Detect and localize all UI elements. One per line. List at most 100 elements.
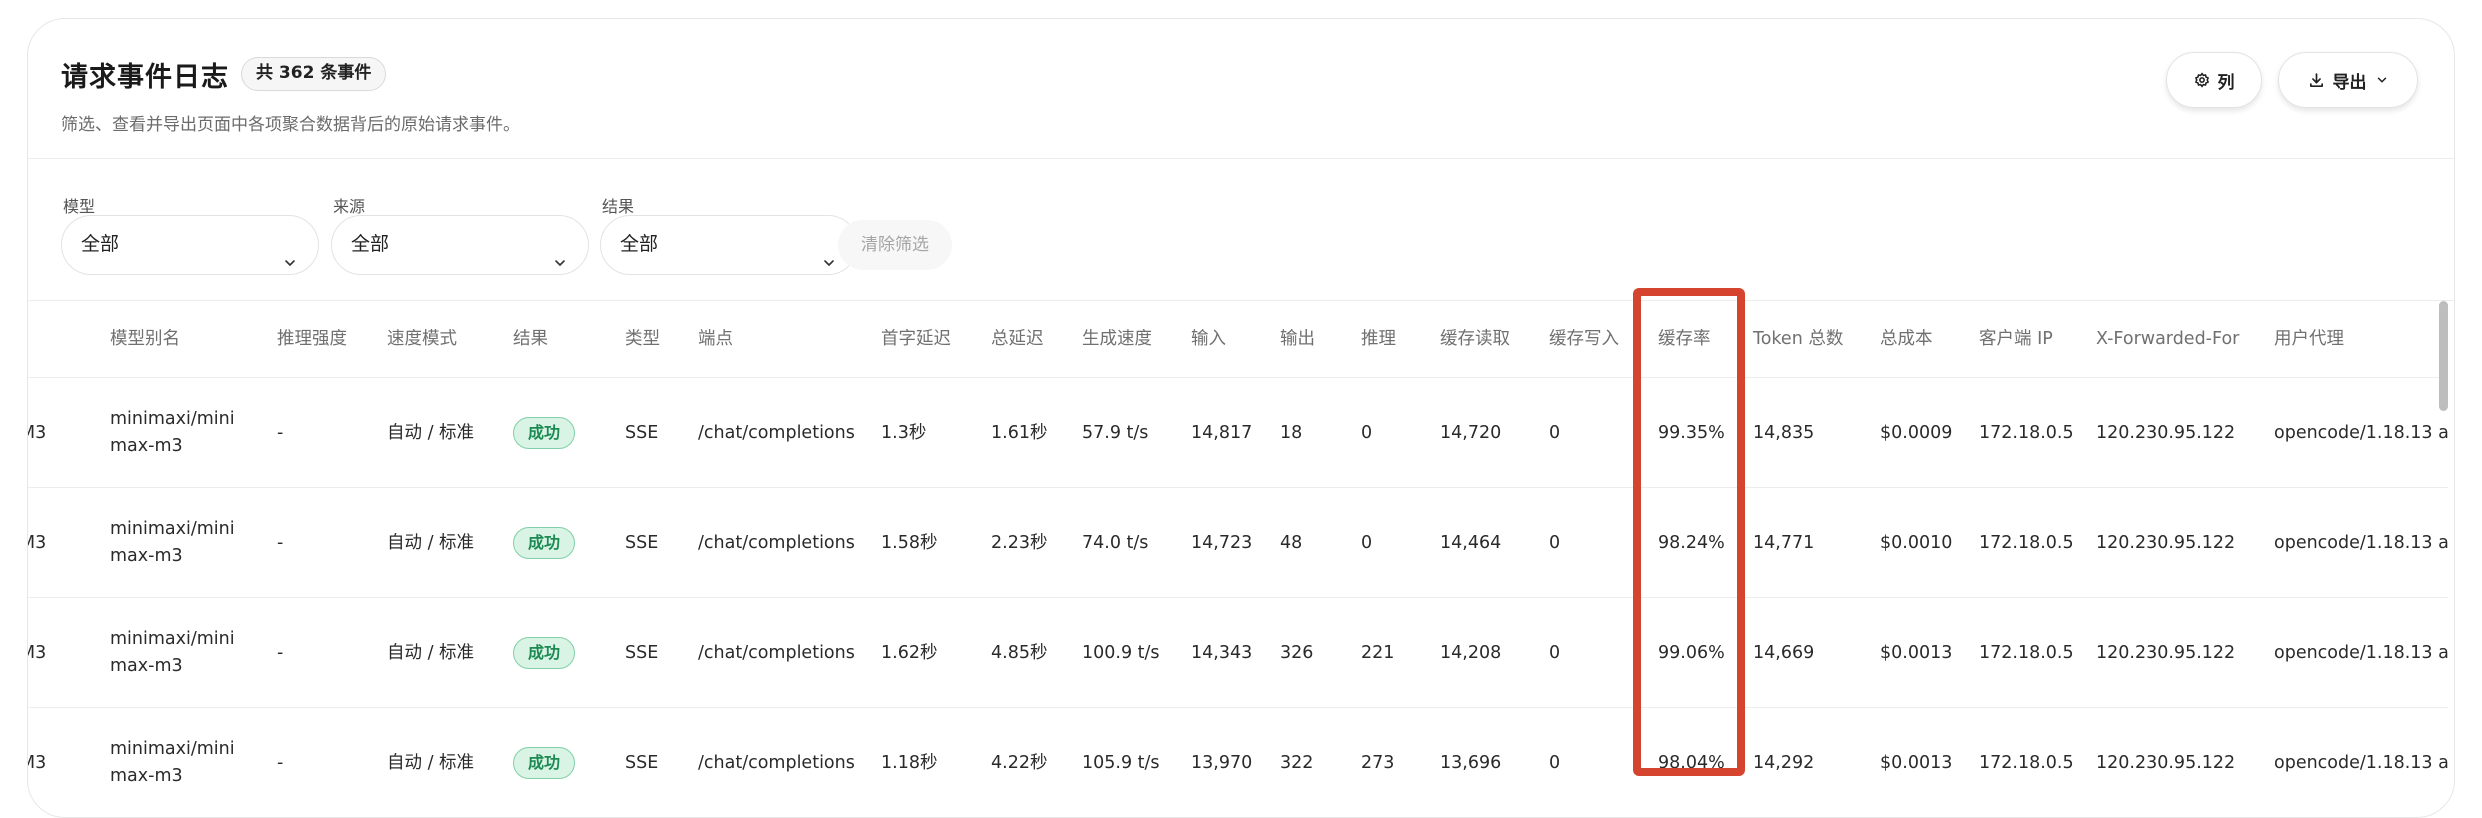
cell-result: 成功 xyxy=(513,598,576,708)
cell-alias: minimaxi/mini max-m3 xyxy=(110,378,250,488)
cell-output: 48 xyxy=(1280,533,1303,553)
cell-type: SSE xyxy=(625,643,659,663)
result-filter-select[interactable]: 全部 xyxy=(600,215,858,275)
cell-client-ip: 172.18.0.5 xyxy=(1979,643,2074,663)
cell-cache-write: 0 xyxy=(1549,753,1561,773)
cell-gen-speed: 74.0 t/s xyxy=(1082,533,1149,553)
export-button[interactable]: 导出 xyxy=(2278,52,2418,108)
column-header-endpoint[interactable]: 端点 xyxy=(698,301,733,377)
table-scrollbar[interactable] xyxy=(2439,301,2448,411)
cell-endpoint: /chat/completions xyxy=(698,423,855,443)
source-filter-value: 全部 xyxy=(351,233,390,255)
cell-result: 成功 xyxy=(513,488,576,598)
cell-reasoning-tokens: 273 xyxy=(1361,753,1395,773)
cell-total-cost: $0.0009 xyxy=(1880,423,1953,443)
column-header-output[interactable]: 输出 xyxy=(1280,301,1315,377)
cell-cache-rate: 98.04% xyxy=(1658,753,1725,773)
chevron-down-icon xyxy=(821,237,837,294)
cell-cache-read: 13,696 xyxy=(1440,753,1502,773)
table-row[interactable]: M3 minimaxi/mini max-m3 - 自动 / 标准 成功 SSE/chat/… xyxy=(28,597,2448,707)
cell-xff: 120.230.95.122 xyxy=(2096,533,2236,553)
cell-cache-read: 14,208 xyxy=(1440,643,1502,663)
gear-icon xyxy=(2194,72,2210,88)
source-filter-select[interactable]: 全部 xyxy=(331,215,589,275)
cell-endpoint: /chat/completions xyxy=(698,643,855,663)
cell-cache-read: 14,720 xyxy=(1440,423,1502,443)
column-header-client-ip[interactable]: 客户端 IP xyxy=(1979,301,2053,377)
cell-cache-rate: 99.35% xyxy=(1658,423,1725,443)
column-header-user-agent[interactable]: 用户代理 xyxy=(2274,301,2344,377)
cell-input: 14,817 xyxy=(1191,423,1253,443)
events-table: 模型别名 推理强度 速度模式 结果 类型 端点 首字延迟 总延迟 生成速度 输入… xyxy=(28,301,2448,817)
columns-button-label: 列 xyxy=(2217,72,2235,93)
cell-user-agent: opencode/1.18.13 ai- xyxy=(2274,643,2448,663)
export-button-label: 导出 xyxy=(2332,72,2367,93)
column-header-speed-mode[interactable]: 速度模式 xyxy=(387,301,457,377)
alias-line: minimaxi/mini xyxy=(110,519,235,539)
column-header-reasoning[interactable]: 推理强度 xyxy=(277,301,347,377)
cell-cache-rate: 99.06% xyxy=(1658,643,1725,663)
cell-xff: 120.230.95.122 xyxy=(2096,753,2236,773)
download-icon xyxy=(2308,72,2325,89)
column-header-result[interactable]: 结果 xyxy=(513,301,548,377)
cell-reasoning: - xyxy=(277,423,284,443)
page-subtitle: 筛选、查看并导出页面中各项聚合数据背后的原始请求事件。 xyxy=(61,115,520,135)
result-filter-value: 全部 xyxy=(620,233,659,255)
cell-user-agent: opencode/1.18.13 ai- xyxy=(2274,753,2448,773)
column-header-gen-speed[interactable]: 生成速度 xyxy=(1082,301,1152,377)
table-row[interactable]: M3 minimaxi/mini max-m3 - 自动 / 标准 成功 SSE/chat/… xyxy=(28,707,2448,817)
chevron-down-icon xyxy=(552,237,568,294)
cell-model: M3 xyxy=(28,753,47,773)
cell-reasoning-tokens: 221 xyxy=(1361,643,1395,663)
alias-line: max-m3 xyxy=(110,656,183,676)
alias-line: max-m3 xyxy=(110,546,183,566)
cell-gen-speed: 57.9 t/s xyxy=(1082,423,1149,443)
card-header: 请求事件日志 共 362 条事件 筛选、查看并导出页面中各项聚合数据背后的原始请… xyxy=(28,19,2454,159)
cell-total-cost: $0.0013 xyxy=(1880,753,1953,773)
column-header-first-latency[interactable]: 首字延迟 xyxy=(881,301,951,377)
column-header-alias[interactable]: 模型别名 xyxy=(110,301,180,377)
column-header-total-cost[interactable]: 总成本 xyxy=(1880,301,1933,377)
cell-reasoning: - xyxy=(277,643,284,663)
table-row[interactable]: M3 minimaxi/mini max-m3 - 自动 / 标准 成功 SSE/chat/… xyxy=(28,377,2448,487)
cell-total-latency: 4.22秒 xyxy=(991,753,1048,773)
chevron-down-icon xyxy=(282,237,298,294)
cell-cache-write: 0 xyxy=(1549,643,1561,663)
cell-alias: minimaxi/mini max-m3 xyxy=(110,488,250,598)
column-header-type[interactable]: 类型 xyxy=(625,301,660,377)
cell-reasoning: - xyxy=(277,753,284,773)
cell-output: 18 xyxy=(1280,423,1303,443)
cell-total-cost: $0.0010 xyxy=(1880,533,1953,553)
alias-line: minimaxi/mini xyxy=(110,739,235,759)
cell-user-agent: opencode/1.18.13 ai- xyxy=(2274,533,2448,553)
cell-type: SSE xyxy=(625,753,659,773)
cell-speed-mode: 自动 / 标准 xyxy=(387,423,475,443)
cell-token-total: 14,835 xyxy=(1753,423,1815,443)
table-row[interactable]: M3 minimaxi/mini max-m3 - 自动 / 标准 成功 SSE/chat/… xyxy=(28,487,2448,597)
cell-reasoning-tokens: 0 xyxy=(1361,423,1373,443)
source-filter-label: 来源 xyxy=(333,197,366,216)
cell-input: 14,723 xyxy=(1191,533,1253,553)
cell-user-agent: opencode/1.18.13 ai- xyxy=(2274,423,2448,443)
clear-filters-button[interactable]: 清除筛选 xyxy=(838,220,952,270)
model-filter-select[interactable]: 全部 xyxy=(61,215,319,275)
cell-endpoint: /chat/completions xyxy=(698,533,855,553)
cell-alias: minimaxi/mini max-m3 xyxy=(110,708,250,817)
column-header-token-total[interactable]: Token 总数 xyxy=(1753,301,1843,377)
event-count-badge: 共 362 条事件 xyxy=(241,57,387,91)
column-header-input[interactable]: 输入 xyxy=(1191,301,1226,377)
alias-line: minimaxi/mini xyxy=(110,409,235,429)
columns-button[interactable]: 列 xyxy=(2166,52,2262,108)
column-header-cache-rate[interactable]: 缓存率 xyxy=(1658,301,1711,377)
column-header-xff[interactable]: X-Forwarded-For xyxy=(2096,301,2239,377)
cell-model: M3 xyxy=(28,533,47,553)
model-filter-value: 全部 xyxy=(81,233,120,255)
column-header-reasoning-tokens[interactable]: 推理 xyxy=(1361,301,1396,377)
column-header-cache-read[interactable]: 缓存读取 xyxy=(1440,301,1510,377)
request-log-card: 请求事件日志 共 362 条事件 筛选、查看并导出页面中各项聚合数据背后的原始请… xyxy=(27,18,2455,818)
column-header-cache-write[interactable]: 缓存写入 xyxy=(1549,301,1619,377)
column-header-total-latency[interactable]: 总延迟 xyxy=(991,301,1044,377)
cell-first-latency: 1.58秒 xyxy=(881,533,938,553)
cell-speed-mode: 自动 / 标准 xyxy=(387,643,475,663)
cell-reasoning: - xyxy=(277,533,284,553)
